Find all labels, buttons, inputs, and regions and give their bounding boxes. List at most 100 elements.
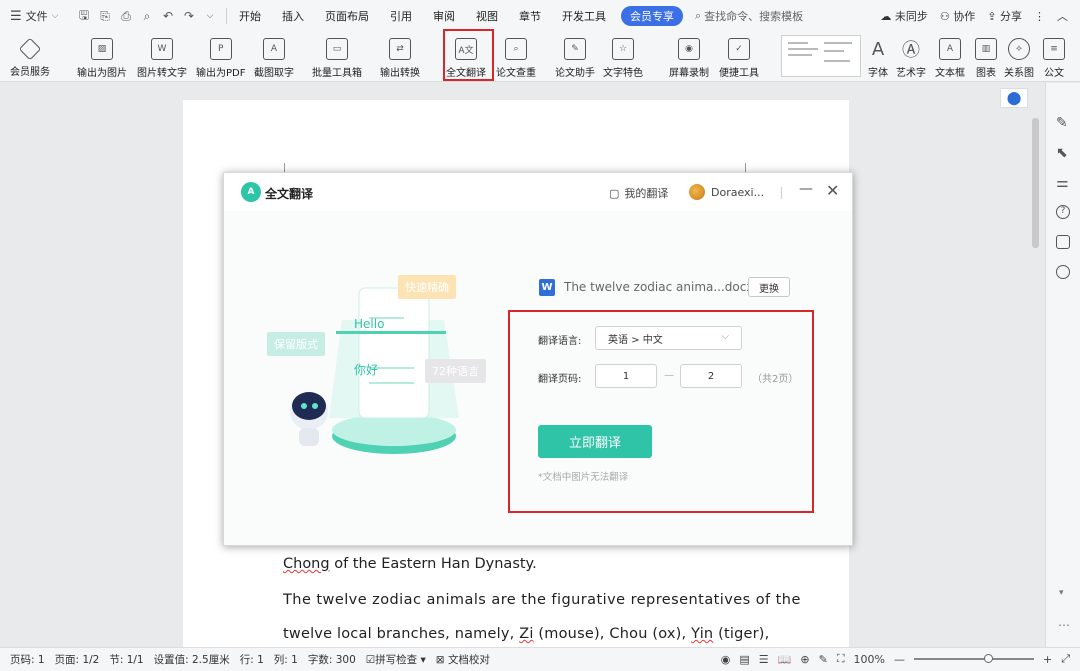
top-right-actions: ☁ 未同步 ⚇ 协作 ⇪ 分享 ⋮ ︿ <box>880 8 1068 24</box>
fit-page-icon[interactable]: ⛶ <box>837 652 845 666</box>
screen-record-button[interactable]: ◉ 屏幕录制 <box>669 34 709 79</box>
change-file-button[interactable]: 更换 <box>748 277 790 297</box>
my-translations-link[interactable]: ▢ 我的翻译 <box>609 185 668 201</box>
doc-text-run: Yin <box>691 626 714 642</box>
word-art-icon: Ⓐ <box>902 40 920 61</box>
status-row: 行: 1 <box>239 654 264 666</box>
page-from-input[interactable]: 1 <box>595 364 657 388</box>
zoom-slider-knob[interactable] <box>983 654 993 663</box>
zoom-slider[interactable] <box>913 654 1034 663</box>
scroll-down-icon[interactable]: ▾ <box>1059 588 1064 598</box>
more-icon[interactable]: ⋮ <box>1034 10 1045 23</box>
doc-paragraph-line[interactable]: Chong of the Eastern Han Dynasty. <box>283 556 537 572</box>
eye-protection-icon[interactable]: ◉ <box>721 653 731 666</box>
image-to-text-button[interactable]: W 图片转文字 <box>137 34 187 79</box>
spell-check-button[interactable]: ☑拼写检查 ▾ <box>366 652 426 667</box>
tab-review[interactable]: 审阅 <box>433 8 455 24</box>
reading-view-icon[interactable]: 📖 <box>778 653 792 666</box>
relation-chart-button[interactable]: ⟡ 关系图 <box>1004 34 1034 79</box>
tab-insert[interactable]: 插入 <box>282 8 304 24</box>
collapse-ribbon-icon[interactable]: ︿ <box>1057 8 1068 24</box>
export-convert-button[interactable]: ⇄ 输出转换 <box>380 34 420 79</box>
export-pdf-icon[interactable]: ⎘ <box>97 9 113 24</box>
language-select[interactable]: 英语 > 中文 ⌵ <box>595 326 742 350</box>
fullscreen-icon[interactable]: ⤢ <box>1061 652 1070 666</box>
tab-view[interactable]: 视图 <box>476 8 498 24</box>
sync-label: 未同步 <box>894 10 928 23</box>
zoom-in-icon[interactable]: + <box>1043 653 1052 666</box>
text-feature-button[interactable]: ☆ 文字特色 <box>603 34 643 79</box>
plagiarism-check-button[interactable]: ⌕ 论文查重 <box>496 34 536 79</box>
outline-view-icon[interactable]: ☰ <box>759 653 769 666</box>
word-art-button[interactable]: Ⓐ 艺术字 <box>896 34 926 79</box>
doc-paragraph-line[interactable]: The twelve zodiac animals are the figura… <box>283 592 801 608</box>
vertical-scrollbar[interactable] <box>1030 100 1040 600</box>
location-pin-icon[interactable]: ⬤ <box>1000 88 1028 108</box>
compass-icon[interactable] <box>1056 265 1070 279</box>
doc-paragraph-line[interactable]: twelve local branches, namely, Zi (mouse… <box>283 626 769 642</box>
language-select-value: 英语 > 中文 <box>608 334 663 346</box>
tab-developer[interactable]: 开发工具 <box>562 8 606 24</box>
scrollbar-thumb[interactable] <box>1032 118 1039 248</box>
chart-button[interactable]: ▥ 图表 <box>975 34 997 79</box>
image-tool-icon[interactable] <box>1056 235 1070 249</box>
page-to-input[interactable]: 2 <box>680 364 742 388</box>
file-menu[interactable]: ☰ 文件 ⌵ <box>0 8 70 24</box>
zoom-out-icon[interactable]: — <box>894 653 905 666</box>
search-input[interactable]: 查找命令、搜索模板 <box>704 8 803 24</box>
image-note: *文档中图片无法翻译 <box>538 472 629 483</box>
spell-check-label: 拼写检查 <box>375 654 418 666</box>
official-doc-button[interactable]: ≡ 公文 <box>1043 34 1065 79</box>
doc-text-run: (mouse), Chou (ox), <box>533 626 692 642</box>
ribbon-label: 图表 <box>976 68 996 79</box>
user-icon: ⚇ <box>939 10 950 23</box>
command-search[interactable]: ⌕ 查找命令、搜索模板 <box>695 8 803 24</box>
tab-chapter[interactable]: 章节 <box>519 8 541 24</box>
tab-home[interactable]: 开始 <box>239 8 261 24</box>
print-preview-icon[interactable]: ⌕ <box>139 9 155 24</box>
export-pdf-button[interactable]: P 输出为PDF <box>196 34 245 79</box>
proofread-button[interactable]: ⊠ 文档校对 <box>436 652 490 667</box>
batch-toolbox-button[interactable]: ▭ 批量工具箱 <box>312 34 362 79</box>
ribbon-label: 图片转文字 <box>137 68 187 79</box>
close-icon[interactable]: ✕ <box>826 181 839 200</box>
more-icon[interactable]: ⋯ <box>1058 618 1070 632</box>
thesis-assistant-button[interactable]: ✎ 论文助手 <box>555 34 595 79</box>
text-box-button[interactable]: A 文本框 <box>935 34 965 79</box>
help-icon[interactable]: ? <box>1056 205 1070 219</box>
screenshot-ocr-button[interactable]: A 截图取字 <box>254 34 294 79</box>
member-service-button[interactable]: 会员服务 <box>10 34 50 78</box>
undo-icon[interactable]: ↶ <box>160 9 176 23</box>
status-word-count[interactable]: 字数: 300 <box>308 652 356 667</box>
ribbon-label: 输出为PDF <box>196 68 246 79</box>
sync-button[interactable]: ☁ 未同步 <box>880 8 928 24</box>
export-image-button[interactable]: ▨ 输出为图片 <box>77 34 127 79</box>
print-icon[interactable]: ⎙ <box>118 9 134 24</box>
share-button[interactable]: ⇪ 分享 <box>987 8 1022 24</box>
divider <box>781 187 782 199</box>
zoom-level[interactable]: 100% <box>854 653 885 666</box>
save-icon[interactable]: 🖫 <box>76 6 92 27</box>
tab-page-layout[interactable]: 页面布局 <box>325 8 369 24</box>
font-button[interactable]: A 字体 <box>867 34 889 80</box>
style-gallery-thumbnail[interactable] <box>781 35 861 77</box>
web-view-icon[interactable]: ⊕ <box>800 653 809 666</box>
customize-icon[interactable]: ⌵ <box>202 11 218 21</box>
edit-icon[interactable]: ✎ <box>1056 115 1070 131</box>
collab-button[interactable]: ⚇ 协作 <box>940 8 975 24</box>
cloud-icon: ☁ <box>880 10 892 23</box>
feature-tag-fast: 快速精确 <box>398 275 456 299</box>
user-account[interactable]: Doraexi... <box>689 184 764 200</box>
translate-now-button[interactable]: 立即翻译 <box>538 425 652 458</box>
select-cursor-icon[interactable]: ⬉ <box>1056 145 1070 161</box>
adjust-icon[interactable]: ⚌ <box>1056 175 1070 191</box>
write-mode-icon[interactable]: ✎ <box>819 653 828 666</box>
tab-references[interactable]: 引用 <box>390 8 412 24</box>
minimize-icon[interactable]: — <box>799 181 813 197</box>
user-name: Doraexi... <box>711 185 765 199</box>
tab-member[interactable]: 会员专享 <box>621 6 683 26</box>
file-menu-label: 文件 <box>25 10 48 23</box>
page-view-icon[interactable]: ▤ <box>739 653 749 666</box>
redo-icon[interactable]: ↷ <box>181 9 197 23</box>
quick-tools-button[interactable]: ✓ 便捷工具 <box>719 34 759 79</box>
